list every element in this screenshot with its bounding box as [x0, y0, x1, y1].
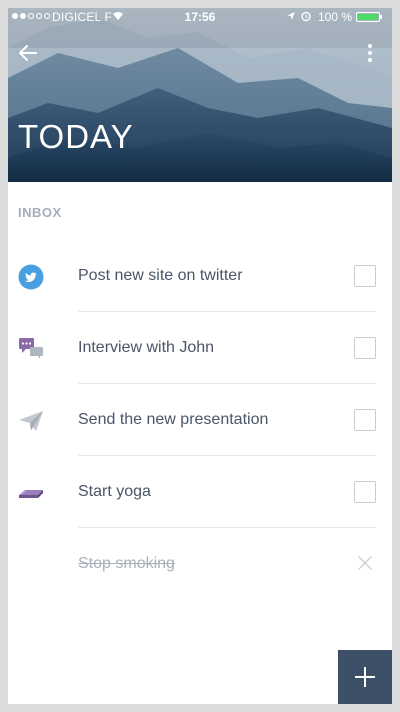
- more-options-button[interactable]: [360, 40, 380, 66]
- header: DIGICEL F 17:56 100 % TODAY: [8, 8, 392, 182]
- task-label: Stop smoking: [78, 555, 175, 572]
- chat-bubbles-icon: [19, 338, 43, 359]
- task-checkbox[interactable]: [354, 481, 376, 503]
- plus-icon: [355, 667, 375, 687]
- alarm-clock-icon: [301, 11, 311, 22]
- task-row[interactable]: Post new site on twitter: [8, 240, 392, 312]
- task-row[interactable]: Start yoga: [8, 456, 392, 528]
- arrow-left-icon: [19, 45, 37, 61]
- task-checkbox[interactable]: [354, 409, 376, 431]
- task-label: Post new site on twitter: [78, 267, 243, 284]
- paper-plane-icon: [19, 411, 43, 431]
- task-checkbox[interactable]: [354, 337, 376, 359]
- task-checkbox[interactable]: [354, 265, 376, 287]
- twitter-icon: [18, 264, 44, 290]
- remove-task-button[interactable]: [356, 554, 374, 572]
- section-label-inbox: INBOX: [18, 205, 62, 220]
- status-bar: DIGICEL F 17:56 100 %: [8, 8, 392, 26]
- more-vertical-icon: [368, 44, 372, 62]
- task-row[interactable]: Interview with John: [8, 312, 392, 384]
- battery-fill: [358, 14, 378, 20]
- location-arrow-icon: [287, 12, 295, 20]
- yoga-mat-icon: [19, 490, 43, 498]
- back-button[interactable]: [16, 40, 42, 66]
- task-row[interactable]: Send the new presentation: [8, 384, 392, 456]
- task-label: Interview with John: [78, 339, 215, 356]
- task-label: Start yoga: [78, 483, 151, 500]
- battery-icon: [356, 12, 380, 22]
- page-title: TODAY: [18, 118, 134, 155]
- task-row-completed[interactable]: Stop smoking: [8, 528, 392, 600]
- task-label: Send the new presentation: [78, 411, 269, 428]
- close-icon: [358, 556, 372, 570]
- task-list: Post new site on twitter Interview with …: [8, 240, 392, 600]
- app-screen: DIGICEL F 17:56 100 % TODAY INBOX Post n…: [8, 8, 392, 704]
- add-task-button[interactable]: [338, 650, 392, 704]
- battery-tip: [380, 15, 382, 19]
- battery-percent: 100 %: [318, 10, 353, 24]
